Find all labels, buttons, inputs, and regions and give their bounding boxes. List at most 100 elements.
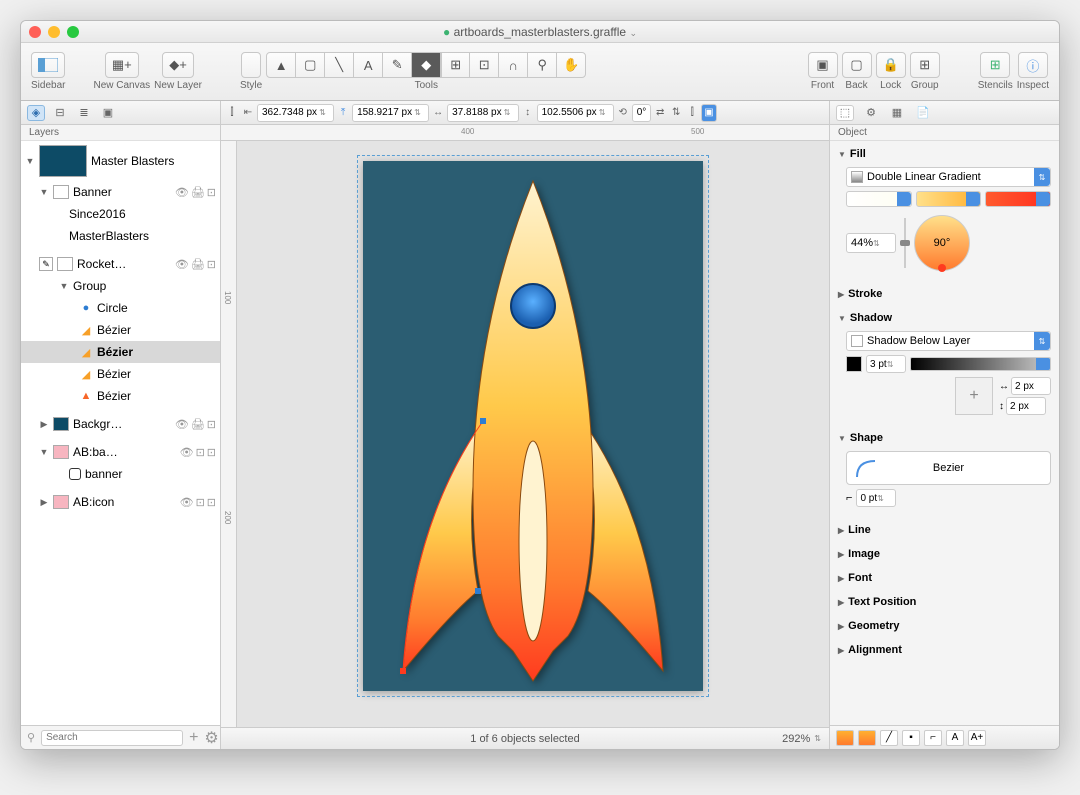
shadow-blur-slider[interactable]: [910, 357, 1051, 371]
visibility-icon[interactable]: 👁: [175, 258, 189, 271]
disclosure-triangle-icon[interactable]: ▼: [25, 156, 35, 166]
print-icon[interactable]: 🖨: [191, 418, 205, 431]
guides-tab[interactable]: ⊟: [51, 105, 69, 121]
pen-tool[interactable]: ✎: [382, 52, 412, 78]
fill-style-icon[interactable]: [858, 730, 876, 746]
stepper-icon[interactable]: ⇅: [599, 108, 609, 117]
disclosure-triangle-icon[interactable]: ▼: [39, 187, 49, 197]
add-layer-icon[interactable]: +: [189, 729, 198, 747]
magnet-tool[interactable]: ∩: [498, 52, 528, 78]
rocket-shape[interactable]: [363, 161, 703, 691]
new-layer-button[interactable]: ◆+: [162, 52, 194, 78]
stroke-section-header[interactable]: ▶Stroke: [838, 285, 1051, 303]
corner-radius-field[interactable]: 0 pt⇅: [856, 489, 896, 507]
color-swatch-1[interactable]: [846, 191, 912, 207]
object-inspector-tab[interactable]: ⬚: [836, 105, 854, 121]
stepper-icon[interactable]: ⇅: [877, 494, 887, 503]
stencils-button[interactable]: ⊞: [980, 52, 1010, 78]
color-swatch-2[interactable]: [916, 191, 982, 207]
layers-tab[interactable]: ◈: [27, 105, 45, 121]
ruler-icon[interactable]: ⫿: [685, 107, 699, 118]
properties-inspector-tab[interactable]: ⚙: [862, 105, 880, 121]
inspect-button[interactable]: ⓘ: [1018, 52, 1048, 78]
lock-icon[interactable]: ⊡: [207, 496, 216, 509]
group-button[interactable]: ⊞: [910, 52, 940, 78]
lock-icon[interactable]: ⊡: [207, 418, 216, 431]
shape-picker[interactable]: Bezier: [846, 451, 1051, 485]
outline-tab[interactable]: ≣: [75, 105, 93, 121]
alignment-section-header[interactable]: ▶Alignment: [838, 641, 1051, 659]
object-row[interactable]: banner: [21, 463, 220, 485]
back-button[interactable]: ▢: [842, 52, 872, 78]
shape-tool[interactable]: ▢: [295, 52, 325, 78]
print-icon[interactable]: 🖨: [191, 258, 205, 271]
search-input[interactable]: [41, 730, 183, 746]
stepper-icon[interactable]: ⇅: [504, 108, 514, 117]
export-icon[interactable]: ⊡: [196, 496, 205, 509]
gradient-angle-dial[interactable]: 90°: [914, 215, 970, 271]
canvas-row[interactable]: ▼ Master Blasters: [21, 141, 220, 181]
hand-tool[interactable]: ✋: [556, 52, 586, 78]
point-edit-tool[interactable]: ◆: [411, 52, 441, 78]
shadow-offset-pad[interactable]: +: [955, 377, 993, 415]
visibility-icon[interactable]: 👁: [180, 496, 194, 509]
font-section-header[interactable]: ▶Font: [838, 569, 1051, 587]
front-button[interactable]: ▣: [808, 52, 838, 78]
chevron-down-icon[interactable]: ⌄: [629, 28, 637, 38]
object-row[interactable]: ◢Bézier: [21, 319, 220, 341]
stepper-icon[interactable]: ⇅: [887, 360, 897, 369]
fill-section-header[interactable]: ▼Fill: [838, 145, 1051, 163]
fill-style-icon[interactable]: [836, 730, 854, 746]
lock-icon[interactable]: ⊡: [207, 186, 216, 199]
canvas-inspector-tab[interactable]: ▦: [888, 105, 906, 121]
text-position-section-header[interactable]: ▶Text Position: [838, 593, 1051, 611]
stepper-icon[interactable]: ⇅: [873, 239, 883, 248]
disclosure-triangle-icon[interactable]: ▼: [39, 447, 49, 457]
new-canvas-button[interactable]: ▦+: [105, 52, 139, 78]
select-tool[interactable]: ▲: [266, 52, 296, 78]
line-tool[interactable]: ╲: [324, 52, 354, 78]
flip-h-icon[interactable]: ⇄: [653, 107, 667, 118]
shadow-color-swatch[interactable]: [846, 356, 862, 372]
artboard-tool[interactable]: ⊞: [440, 52, 470, 78]
shadow-blur-field[interactable]: 3 pt⇅: [866, 355, 906, 373]
export-icon[interactable]: ⊡: [196, 446, 205, 459]
disclosure-triangle-icon[interactable]: ▶: [39, 419, 49, 430]
gradient-position-field[interactable]: 44%⇅: [846, 233, 896, 253]
object-row[interactable]: ●Circle: [21, 297, 220, 319]
shadow-offset-x-field[interactable]: 2 px: [1011, 377, 1051, 395]
layer-row[interactable]: ✎ Rocket… 👁🖨⊡: [21, 253, 220, 275]
rotation-field[interactable]: 0°: [632, 104, 652, 122]
object-row[interactable]: ◢Bézier: [21, 363, 220, 385]
h-field[interactable]: 102.5506 px⇅: [537, 104, 614, 122]
group-row[interactable]: ▼Group: [21, 275, 220, 297]
shape-style-icon[interactable]: ⌐: [924, 730, 942, 746]
style-button[interactable]: [241, 52, 261, 78]
layer-row[interactable]: ▼ AB:ba… 👁⊡⊡: [21, 441, 220, 463]
color-swatch-3[interactable]: [985, 191, 1051, 207]
text-tool[interactable]: A: [353, 52, 383, 78]
x-field[interactable]: 362.7348 px⇅: [257, 104, 334, 122]
shadow-offset-y-field[interactable]: 2 px: [1006, 397, 1046, 415]
gradient-slider[interactable]: [904, 218, 906, 268]
settings-icon[interactable]: ⚙: [204, 728, 218, 748]
w-field[interactable]: 37.8188 px⇅: [447, 104, 519, 122]
layer-row[interactable]: ▼ Banner 👁🖨⊡: [21, 181, 220, 203]
stamp-tool[interactable]: ⊡: [469, 52, 499, 78]
visibility-icon[interactable]: 👁: [180, 446, 194, 459]
lock-icon[interactable]: ⊡: [207, 446, 216, 459]
angle-handle-icon[interactable]: [938, 264, 946, 272]
text-style-icon[interactable]: A: [946, 730, 964, 746]
geometry-section-header[interactable]: ▶Geometry: [838, 617, 1051, 635]
sidebar-toggle-button[interactable]: [31, 52, 65, 78]
object-row[interactable]: ▲Bézier: [21, 385, 220, 407]
object-row[interactable]: MasterBlasters: [21, 225, 220, 247]
disclosure-triangle-icon[interactable]: ▼: [59, 281, 69, 291]
fill-type-dropdown[interactable]: Double Linear Gradient ⇅: [846, 167, 1051, 187]
edit-icon[interactable]: ✎: [39, 257, 53, 271]
add-style-icon[interactable]: A+: [968, 730, 986, 746]
canvas-scroll[interactable]: 400 500 100 200: [221, 125, 829, 727]
object-row[interactable]: Since2016: [21, 203, 220, 225]
stepper-icon[interactable]: ⇅: [414, 108, 424, 117]
zoom-stepper-icon[interactable]: ⇅: [814, 734, 821, 743]
